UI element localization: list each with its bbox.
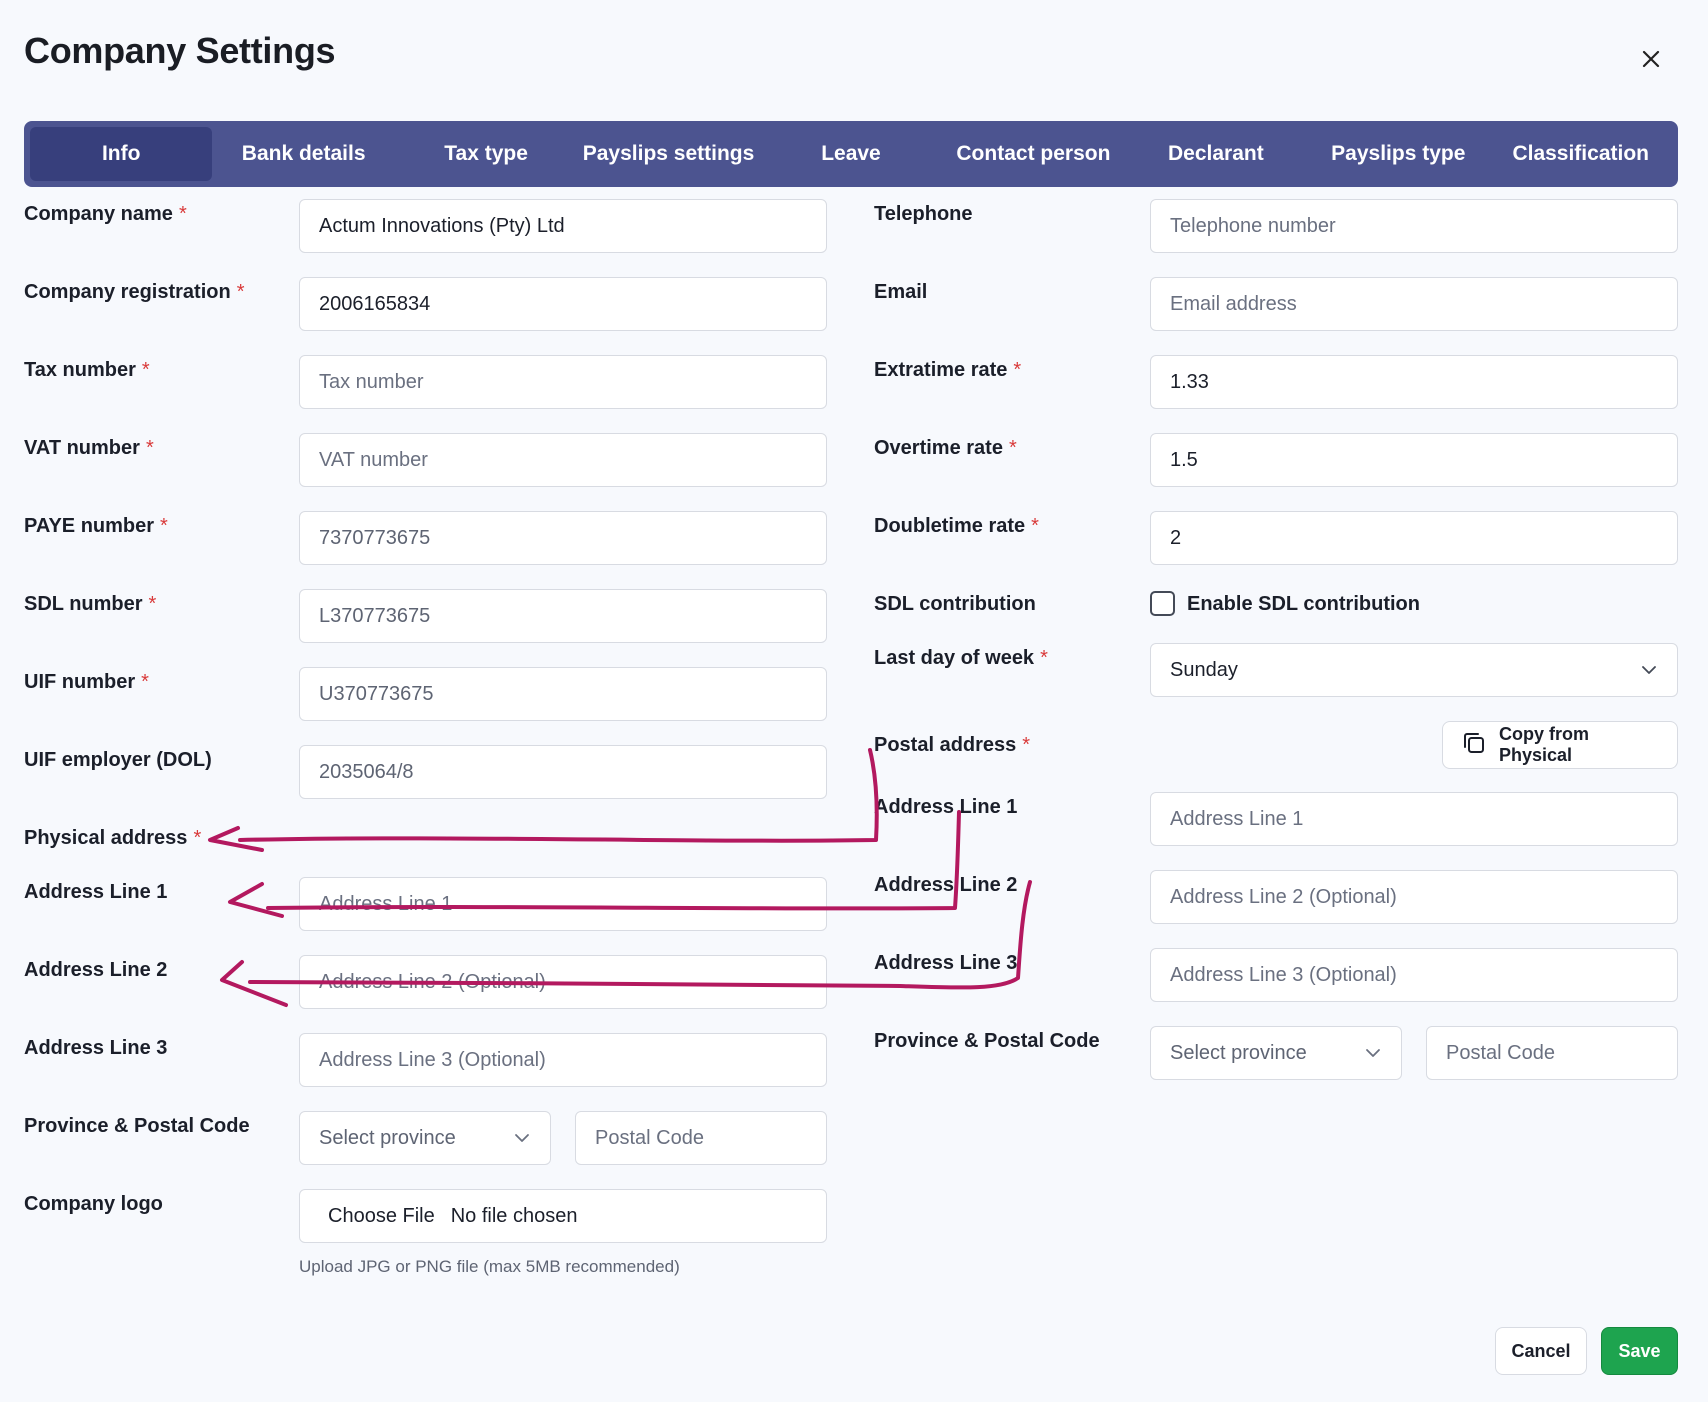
postal-address-line-3-input[interactable] xyxy=(1150,948,1678,1002)
chevron-down-icon xyxy=(1364,1044,1382,1062)
company-name-input[interactable] xyxy=(299,199,827,253)
doubletime-rate-input[interactable] xyxy=(1150,511,1678,565)
last-day-of-week-select[interactable]: Sunday xyxy=(1150,643,1678,697)
postal-province-select[interactable]: Select province xyxy=(1150,1026,1402,1080)
last-day-of-week-label: Last day of week * xyxy=(874,647,1048,669)
physical-address-line-3-input[interactable] xyxy=(299,1033,827,1087)
extratime-rate-label: Extratime rate * xyxy=(874,359,1022,381)
physical-address-line-2-label: Address Line 2 xyxy=(24,959,168,981)
paye-number-input[interactable] xyxy=(299,511,827,565)
company-name-label: Company name * xyxy=(24,203,187,225)
choose-file-button[interactable]: Choose File xyxy=(328,1205,435,1228)
company-registration-label: Company registration * xyxy=(24,281,245,303)
cancel-button[interactable]: Cancel xyxy=(1495,1327,1587,1375)
postal-address-label: Postal address * xyxy=(874,734,1031,756)
sdl-number-label: SDL number * xyxy=(24,593,157,615)
postal-address-line-2-input[interactable] xyxy=(1150,870,1678,924)
physical-address-line-1-label: Address Line 1 xyxy=(24,881,168,903)
chevron-down-icon xyxy=(1640,661,1658,679)
uif-number-label: UIF number * xyxy=(24,671,149,693)
tab-payslips-type[interactable]: Payslips type xyxy=(1307,127,1489,181)
tab-declarant[interactable]: Declarant xyxy=(1125,127,1307,181)
vat-number-label: VAT number * xyxy=(24,437,154,459)
physical-address-label: Physical address * xyxy=(24,827,202,849)
sdl-contribution-checkbox[interactable] xyxy=(1150,591,1175,616)
email-label: Email xyxy=(874,281,928,303)
copy-from-physical-button[interactable]: Copy from Physical xyxy=(1442,721,1678,769)
file-status: No file chosen xyxy=(450,1204,578,1227)
telephone-label: Telephone xyxy=(874,203,973,225)
copy-icon xyxy=(1461,730,1487,761)
physical-province-postal-label: Province & Postal Code xyxy=(24,1115,250,1137)
tab-info[interactable]: Info xyxy=(30,127,213,181)
uif-number-input[interactable] xyxy=(299,667,827,721)
tab-tax-type[interactable]: Tax type xyxy=(395,127,577,181)
overtime-rate-label: Overtime rate * xyxy=(874,437,1017,459)
physical-address-line-1-input[interactable] xyxy=(299,877,827,931)
physical-province-select[interactable]: Select province xyxy=(299,1111,551,1165)
close-button[interactable] xyxy=(1634,42,1668,76)
last-day-of-week-value: Sunday xyxy=(1170,658,1238,681)
sdl-number-input[interactable] xyxy=(299,589,827,643)
sdl-contribution-label: SDL contribution xyxy=(874,593,1036,615)
postal-address-line-1-input[interactable] xyxy=(1150,792,1678,846)
company-logo-label: Company logo xyxy=(24,1193,163,1215)
telephone-input[interactable] xyxy=(1150,199,1678,253)
postal-postal-code-input[interactable] xyxy=(1426,1026,1678,1080)
tab-contact-person[interactable]: Contact person xyxy=(942,127,1124,181)
uif-employer-input[interactable] xyxy=(299,745,827,799)
physical-address-line-2-input[interactable] xyxy=(299,955,827,1009)
physical-address-line-3-label: Address Line 3 xyxy=(24,1037,168,1059)
tax-number-input[interactable] xyxy=(299,355,827,409)
postal-address-line-2-label: Address Line 2 xyxy=(874,874,1018,896)
extratime-rate-input[interactable] xyxy=(1150,355,1678,409)
save-button[interactable]: Save xyxy=(1601,1327,1678,1375)
postal-province-placeholder: Select province xyxy=(1170,1041,1307,1064)
physical-province-placeholder: Select province xyxy=(319,1126,456,1149)
company-registration-input[interactable] xyxy=(299,277,827,331)
overtime-rate-input[interactable] xyxy=(1150,433,1678,487)
tab-leave[interactable]: Leave xyxy=(760,127,942,181)
uif-employer-label: UIF employer (DOL) xyxy=(24,749,212,771)
vat-number-input[interactable] xyxy=(299,433,827,487)
paye-number-label: PAYE number * xyxy=(24,515,168,537)
physical-postal-code-input[interactable] xyxy=(575,1111,827,1165)
company-logo-hint: Upload JPG or PNG file (max 5MB recommen… xyxy=(299,1257,680,1276)
tab-bank-details[interactable]: Bank details xyxy=(212,127,394,181)
sdl-contribution-checkbox-label[interactable]: Enable SDL contribution xyxy=(1187,593,1420,616)
tab-payslips-settings[interactable]: Payslips settings xyxy=(577,127,759,181)
postal-address-line-1-label: Address Line 1 xyxy=(874,796,1018,818)
chevron-down-icon xyxy=(513,1129,531,1147)
copy-from-physical-label: Copy from Physical xyxy=(1499,724,1589,765)
tab-classification[interactable]: Classification xyxy=(1490,127,1672,181)
tab-bar: Info Bank details Tax type Payslips sett… xyxy=(24,121,1678,187)
email-input[interactable] xyxy=(1150,277,1678,331)
page-title: Company Settings xyxy=(24,30,336,71)
close-icon xyxy=(1642,50,1660,68)
tax-number-label: Tax number * xyxy=(24,359,150,381)
doubletime-rate-label: Doubletime rate * xyxy=(874,515,1039,537)
postal-province-postal-label: Province & Postal Code xyxy=(874,1030,1100,1052)
company-logo-file-input[interactable]: Choose File No file chosen xyxy=(299,1189,827,1243)
postal-address-line-3-label: Address Line 3 xyxy=(874,952,1018,974)
